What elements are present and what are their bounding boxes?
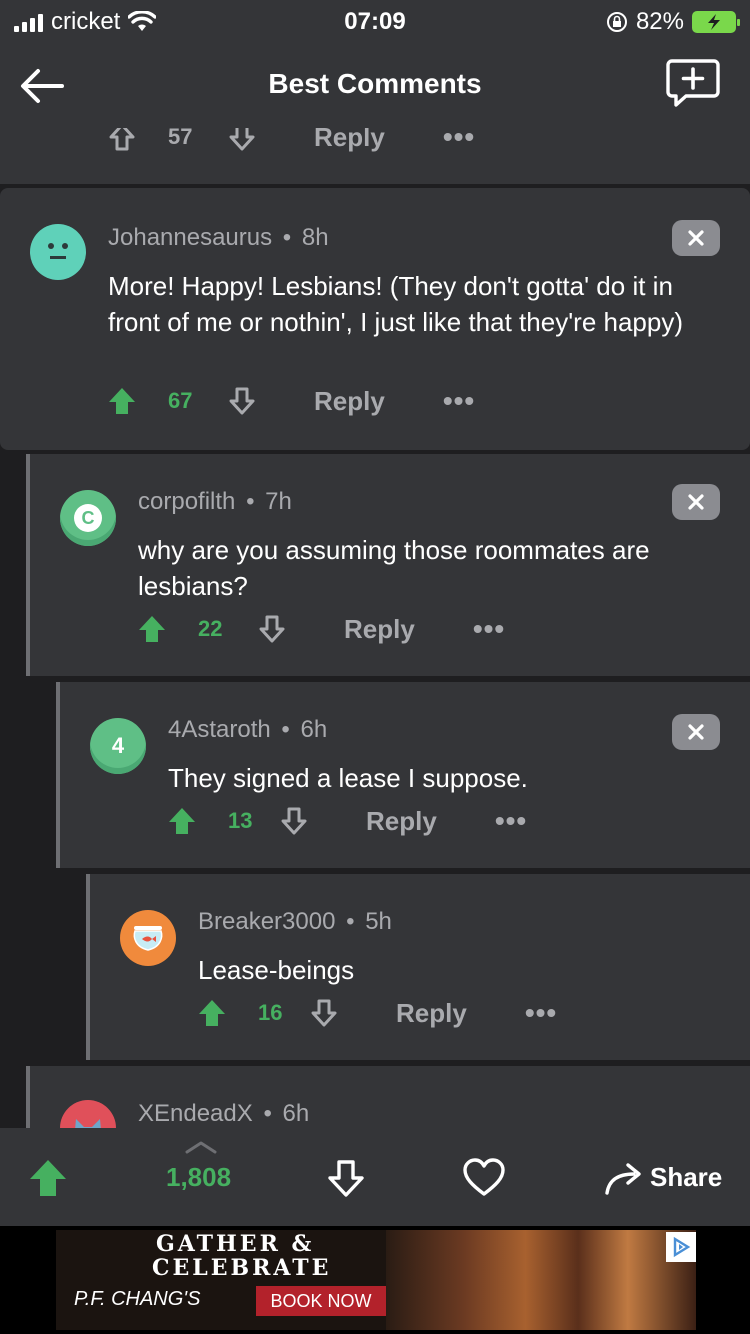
ad-banner[interactable]: GATHER & CELEBRATE P.F. CHANG'S BOOK NOW <box>0 1226 750 1334</box>
reply-button[interactable]: Reply <box>314 128 385 153</box>
more-options-icon[interactable]: ••• <box>495 807 527 835</box>
avatar-letter: 4 <box>111 733 125 758</box>
downvote-icon[interactable] <box>228 128 256 152</box>
collapse-button[interactable] <box>672 484 720 520</box>
comment-card: Breaker3000 • 5h Lease-beings 16 Reply •… <box>86 874 750 1060</box>
comment-card: C corpofilth • 7h why are you assuming t… <box>26 454 750 676</box>
comment-feed[interactable]: 57 Reply ••• Johannesaurus • 8h More! Ha… <box>0 128 750 1128</box>
upvote-icon[interactable] <box>138 614 166 644</box>
comment-body: Lease-beings <box>198 955 355 985</box>
separator-dot: • <box>246 488 255 515</box>
more-options-icon[interactable]: ••• <box>525 999 557 1027</box>
ad-creative[interactable]: GATHER & CELEBRATE P.F. CHANG'S BOOK NOW <box>56 1230 696 1330</box>
comment-age: 5h <box>365 908 392 935</box>
battery-charging-icon <box>692 11 740 33</box>
cat-avatar-icon <box>75 1119 101 1128</box>
downvote-icon[interactable] <box>310 998 338 1028</box>
battery-percent: 82% <box>635 8 684 35</box>
avatar[interactable] <box>120 910 176 966</box>
downvote-icon[interactable] <box>326 1158 366 1198</box>
ad-choices-icon[interactable] <box>666 1232 696 1262</box>
comment-age: 7h <box>265 488 292 515</box>
separator-dot: • <box>263 1100 272 1127</box>
heart-icon[interactable] <box>462 1158 506 1198</box>
reply-button[interactable]: Reply <box>344 614 415 645</box>
separator-dot: • <box>346 908 355 935</box>
avatar-letter: C <box>74 504 102 532</box>
ad-photo <box>386 1230 696 1330</box>
score: 22 <box>198 616 223 641</box>
reply-button[interactable]: Reply <box>366 806 437 837</box>
page-title: Best Comments <box>268 68 482 99</box>
score: 57 <box>168 128 193 149</box>
comment-body: They signed a lease I suppose. <box>168 763 528 793</box>
comment-author[interactable]: Breaker3000 <box>198 908 335 935</box>
score: 13 <box>228 808 253 833</box>
ad-brand-logo: P.F. CHANG'S <box>74 1288 201 1310</box>
close-icon <box>688 494 704 510</box>
avatar[interactable] <box>30 224 86 280</box>
separator-dot: • <box>281 716 290 743</box>
score: 67 <box>168 388 193 413</box>
top-nav-bar: Best Comments <box>0 44 750 128</box>
reply-button[interactable]: Reply <box>396 998 467 1029</box>
separator-dot: • <box>282 224 292 251</box>
comment-author[interactable]: corpofilth <box>138 488 235 515</box>
collapse-button[interactable] <box>672 714 720 750</box>
upvote-icon[interactable] <box>168 806 196 836</box>
more-options-icon[interactable]: ••• <box>473 615 505 643</box>
ad-cta-button[interactable]: BOOK NOW <box>256 1286 386 1316</box>
upvote-icon[interactable] <box>108 386 136 416</box>
score: 16 <box>258 1000 283 1025</box>
comment-card: XEndeadX • 6h <box>26 1066 750 1128</box>
more-options-icon[interactable]: ••• <box>443 387 475 415</box>
neutral-face-icon <box>48 243 68 259</box>
comment-author[interactable]: XEndeadX <box>138 1100 253 1127</box>
chevron-up-icon[interactable] <box>184 1140 218 1154</box>
avatar[interactable]: 4 <box>90 718 146 774</box>
avatar[interactable]: C <box>60 490 116 546</box>
comment-card: 4 4Astaroth • 6h They signed a lease I s… <box>56 682 750 868</box>
comment-age: 6h <box>300 716 328 743</box>
new-comment-icon[interactable] <box>666 58 720 108</box>
comment-age: 8h <box>301 224 329 251</box>
more-options-icon[interactable]: ••• <box>443 128 475 151</box>
thread-line[interactable] <box>56 682 60 868</box>
downvote-icon[interactable] <box>280 806 308 836</box>
comment-card: Johannesaurus • 8h More! Happy! Lesbians… <box>0 188 750 450</box>
status-bar: cricket 07:09 82% <box>0 0 750 44</box>
comment-author[interactable]: 4Astaroth <box>168 716 271 743</box>
thread-line[interactable] <box>86 874 90 1060</box>
upvote-icon[interactable] <box>28 1158 68 1198</box>
downvote-icon[interactable] <box>258 614 286 644</box>
fishbowl-icon <box>133 926 163 951</box>
post-score: 1,808 <box>166 1162 232 1192</box>
rotation-lock-icon <box>606 12 627 32</box>
close-icon <box>688 230 704 246</box>
close-icon <box>688 724 704 740</box>
downvote-icon[interactable] <box>228 386 256 416</box>
share-arrow-icon[interactable] <box>604 1160 644 1196</box>
comment-body: More! Happy! Lesbians! (They don't gotta… <box>108 271 683 337</box>
comment-card-previous: 57 Reply ••• <box>0 128 750 184</box>
upvote-icon[interactable] <box>198 998 226 1028</box>
reply-button[interactable]: Reply <box>314 386 385 417</box>
avatar[interactable] <box>60 1100 116 1128</box>
upvote-icon[interactable] <box>108 128 136 152</box>
comment-age: 6h <box>282 1100 310 1127</box>
comment-body: why are you assuming those roommates are… <box>138 535 650 601</box>
collapse-button[interactable] <box>672 220 720 256</box>
thread-line[interactable] <box>26 454 30 676</box>
comment-author[interactable]: Johannesaurus <box>108 224 272 251</box>
ad-headline: GATHER & CELEBRATE <box>152 1231 332 1281</box>
post-action-bar: 1,808 Share <box>0 1128 750 1226</box>
share-button[interactable]: Share <box>650 1162 722 1193</box>
thread-line[interactable] <box>26 1066 30 1128</box>
